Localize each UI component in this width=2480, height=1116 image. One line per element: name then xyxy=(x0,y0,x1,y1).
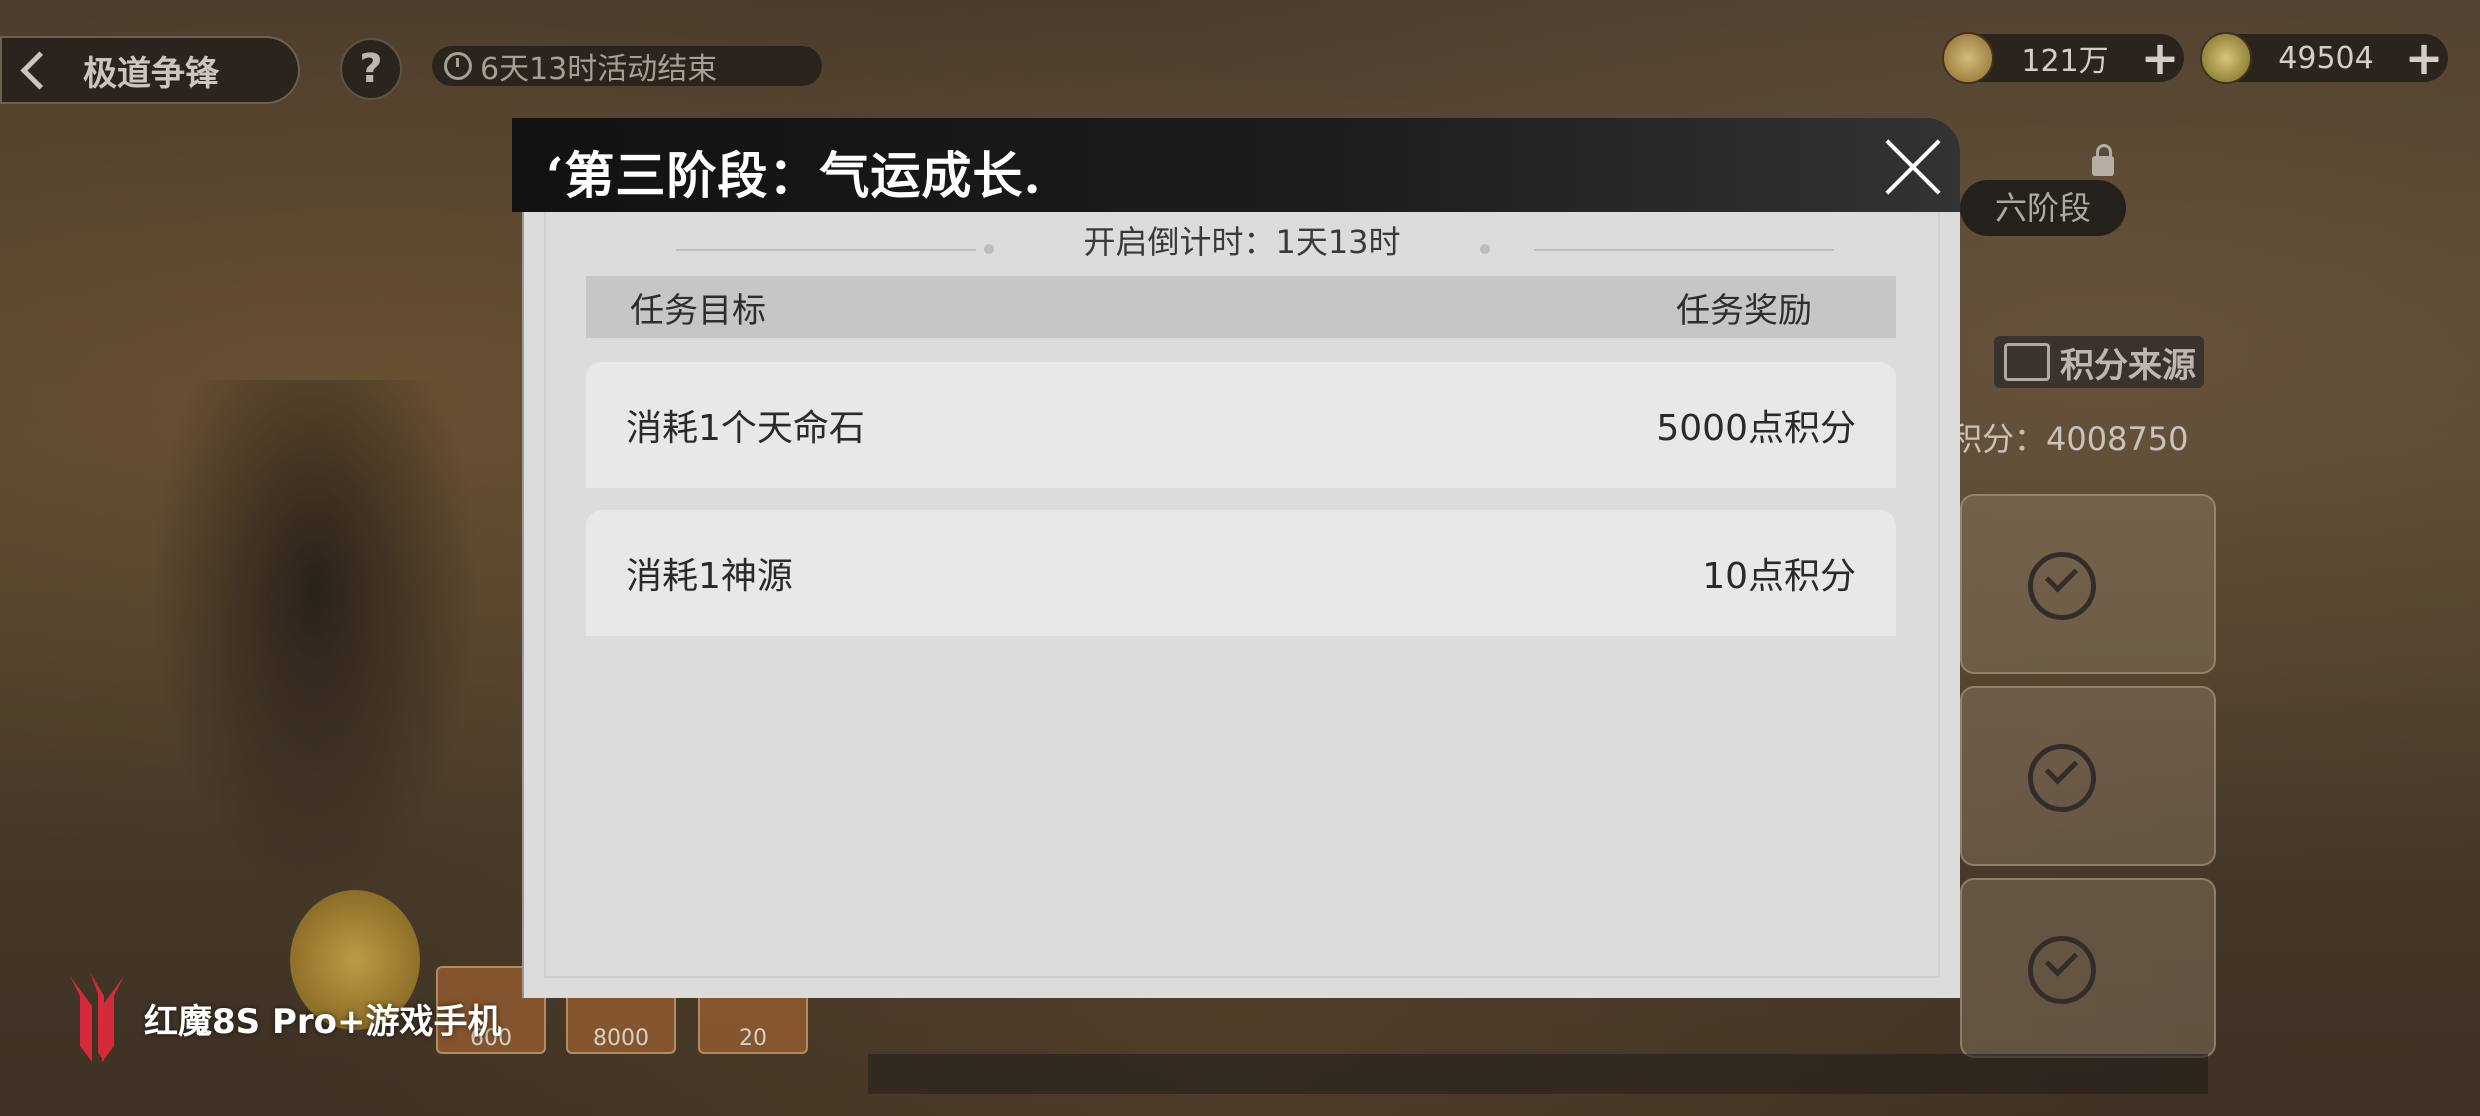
countdown-text: 开启倒计时：1天13时 xyxy=(1083,223,1401,261)
table-header: 任务目标 任务奖励 xyxy=(586,276,1896,338)
task-goal: 消耗1神源 xyxy=(626,556,793,597)
divider-dot xyxy=(984,244,994,254)
task-row: 消耗1个天命石 5000点积分 xyxy=(586,362,1896,488)
column-goal: 任务目标 xyxy=(630,290,766,331)
divider-right xyxy=(1534,249,1834,251)
task-reward: 10点积分 xyxy=(1702,556,1856,597)
countdown-row: 开启倒计时：1天13时 xyxy=(524,220,1960,264)
brand-logo-icon xyxy=(70,972,124,1062)
task-goal: 消耗1个天命石 xyxy=(626,408,865,449)
column-reward: 任务奖励 xyxy=(1676,290,1812,331)
close-icon[interactable] xyxy=(1882,136,1944,198)
divider-dot xyxy=(1480,244,1490,254)
device-watermark: 红魔8S Pro+游戏手机 xyxy=(144,1002,502,1042)
modal-header: ‘第三阶段：气运成长. xyxy=(512,118,1960,212)
modal-body: 开启倒计时：1天13时 任务目标 任务奖励 消耗1个天命石 5000点积分 消耗… xyxy=(522,212,1960,998)
task-reward: 5000点积分 xyxy=(1656,408,1856,449)
task-row: 消耗1神源 10点积分 xyxy=(586,510,1896,636)
modal-title: ‘第三阶段：气运成长. xyxy=(546,146,1042,205)
divider-left xyxy=(676,249,976,251)
